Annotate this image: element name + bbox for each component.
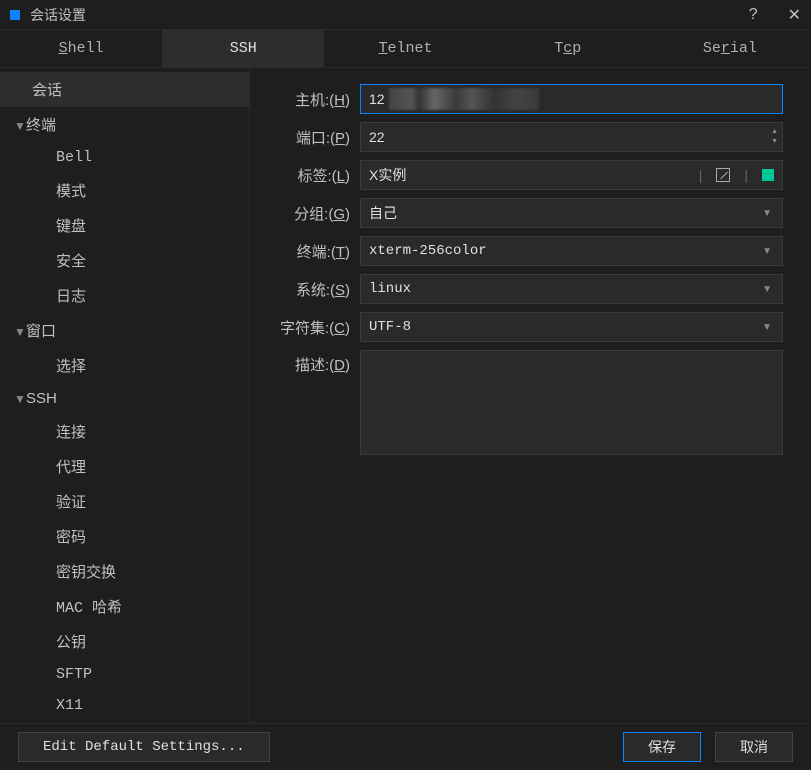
sidebar-item-terminal[interactable]: ▼终端 xyxy=(0,107,249,142)
app-icon xyxy=(10,10,20,20)
close-button[interactable]: ✕ xyxy=(788,5,801,25)
help-button[interactable]: ? xyxy=(749,6,758,24)
sidebar-item-bell[interactable]: Bell xyxy=(0,142,249,173)
title-bar: 会话设置 ? ✕ xyxy=(0,0,811,30)
port-value: 22 xyxy=(369,129,385,145)
cancel-button[interactable]: 取消 xyxy=(715,732,793,762)
charset-label: 字符集:(C) xyxy=(250,317,360,338)
host-value-text: 12 xyxy=(369,91,385,107)
system-select[interactable]: linux xyxy=(360,274,783,304)
sidebar-item-keyexchange[interactable]: 密钥交换 xyxy=(0,554,249,589)
caret-down-icon: ▼ xyxy=(14,392,26,406)
tab-telnet[interactable]: Telnet xyxy=(324,30,486,67)
color-swatch[interactable] xyxy=(762,169,774,181)
system-value: linux xyxy=(369,281,411,297)
sidebar-item-log[interactable]: 日志 xyxy=(0,278,249,313)
label-input[interactable]: X实例 | | xyxy=(360,160,783,190)
dialog-footer: Edit Default Settings... 保存 取消 xyxy=(0,723,811,769)
caret-down-icon: ▼ xyxy=(14,325,26,339)
sidebar-item-window[interactable]: ▼窗口 xyxy=(0,313,249,348)
sidebar-item-mode[interactable]: 模式 xyxy=(0,173,249,208)
port-label: 端口:(P) xyxy=(250,127,360,148)
tab-serial[interactable]: Serial xyxy=(649,30,811,67)
divider-icon: | xyxy=(699,167,703,183)
edit-icon[interactable] xyxy=(716,168,730,182)
window-title: 会话设置 xyxy=(30,5,749,25)
terminal-select[interactable]: xterm-256color xyxy=(360,236,783,266)
system-label: 系统:(S) xyxy=(250,279,360,300)
sidebar-item-password[interactable]: 密码 xyxy=(0,519,249,554)
group-label: 分组:(G) xyxy=(250,203,360,224)
terminal-value: xterm-256color xyxy=(369,243,487,259)
label-label: 标签:(L) xyxy=(250,165,360,186)
caret-down-icon: ▼ xyxy=(14,119,26,133)
spinner-icon[interactable]: ▲▼ xyxy=(771,128,778,146)
sidebar-item-mac-hash[interactable]: MAC 哈希 xyxy=(0,589,249,624)
port-input[interactable]: 22 ▲▼ xyxy=(360,122,783,152)
tab-ssh[interactable]: SSH xyxy=(162,30,324,67)
sidebar-item-xyzmodem[interactable]: X/Y/Z Modem xyxy=(0,721,249,723)
sidebar-item-keyboard[interactable]: 键盘 xyxy=(0,208,249,243)
host-label: 主机:(H) xyxy=(250,89,360,110)
sidebar-item-session[interactable]: 会话 xyxy=(0,72,249,107)
protocol-tabs: Shell SSH Telnet Tcp Serial xyxy=(0,30,811,68)
sidebar-item-proxy[interactable]: 代理 xyxy=(0,449,249,484)
host-redacted xyxy=(389,88,539,110)
sidebar-item-ssh[interactable]: ▼SSH xyxy=(0,383,249,414)
save-button[interactable]: 保存 xyxy=(623,732,701,762)
sidebar-item-auth[interactable]: 验证 xyxy=(0,484,249,519)
edit-defaults-button[interactable]: Edit Default Settings... xyxy=(18,732,270,762)
group-select[interactable]: 自己 xyxy=(360,198,783,228)
charset-value: UTF-8 xyxy=(369,319,411,335)
sidebar-item-select[interactable]: 选择 xyxy=(0,348,249,383)
sidebar-item-sftp[interactable]: SFTP xyxy=(0,659,249,690)
sidebar-item-x11[interactable]: X11 xyxy=(0,690,249,721)
charset-select[interactable]: UTF-8 xyxy=(360,312,783,342)
label-value: X实例 xyxy=(369,165,406,185)
desc-label: 描述:(D) xyxy=(250,350,360,375)
session-form: 主机:(H) 12 端口:(P) 22 ▲▼ 标签:(L) X实例 | xyxy=(250,68,811,723)
sidebar-item-security[interactable]: 安全 xyxy=(0,243,249,278)
settings-sidebar: 会话 ▼终端 Bell 模式 键盘 安全 日志 ▼窗口 选择 ▼SSH 连接 代… xyxy=(0,68,250,723)
sidebar-item-pubkey[interactable]: 公钥 xyxy=(0,624,249,659)
group-value: 自己 xyxy=(369,203,397,223)
sidebar-item-connect[interactable]: 连接 xyxy=(0,414,249,449)
divider-icon: | xyxy=(744,167,748,183)
tab-tcp[interactable]: Tcp xyxy=(487,30,649,67)
desc-textarea[interactable] xyxy=(360,350,783,455)
host-input[interactable]: 12 xyxy=(360,84,783,114)
tab-shell[interactable]: Shell xyxy=(0,30,162,67)
terminal-label: 终端:(T) xyxy=(250,241,360,262)
